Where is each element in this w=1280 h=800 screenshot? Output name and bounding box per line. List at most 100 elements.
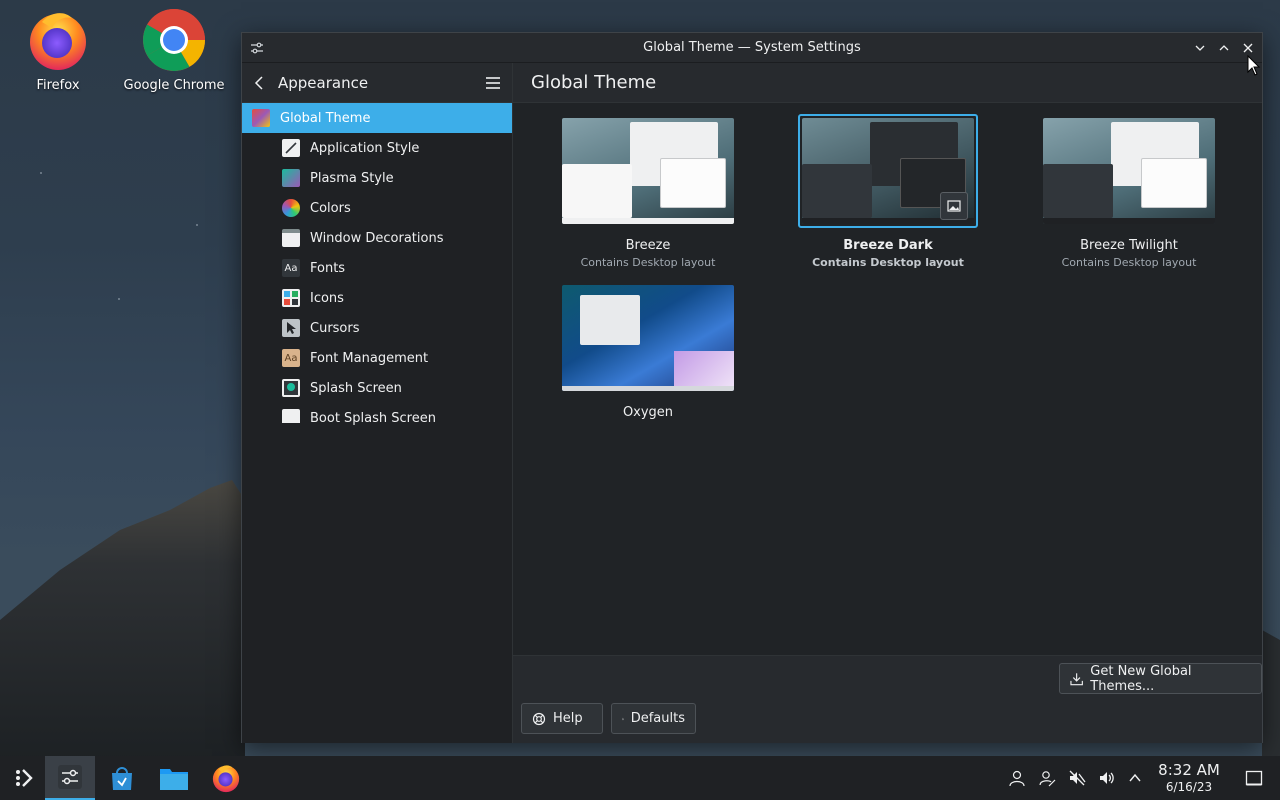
mouse-cursor-icon [1247, 55, 1261, 76]
clock-date: 6/16/23 [1165, 780, 1213, 794]
sidebar-item-global-theme[interactable]: Global Theme [242, 103, 512, 133]
theme-card-breeze-twilight[interactable]: Breeze Twilight Contains Desktop layout [1039, 114, 1219, 269]
maximize-button[interactable] [1214, 38, 1234, 58]
taskbar-firefox[interactable] [201, 756, 251, 800]
sidebar-item-label: Global Theme [280, 110, 371, 126]
folder-icon [160, 769, 188, 790]
cursors-icon [282, 319, 300, 337]
download-icon [1070, 672, 1083, 685]
speaker-muted-icon [1069, 770, 1086, 786]
theme-name: Oxygen [622, 405, 674, 420]
help-icon [532, 712, 546, 725]
theme-name: Breeze [625, 238, 671, 253]
volume-tray[interactable] [1097, 768, 1117, 788]
chevron-up-icon [1129, 773, 1141, 782]
taskbar: 8:32 AM 6/16/23 [0, 756, 1280, 800]
sidebar-item-colors[interactable]: Colors [242, 193, 512, 223]
global-theme-icon [252, 109, 270, 127]
firefox-icon [212, 765, 240, 793]
sidebar-item-icons[interactable]: Icons [242, 283, 512, 313]
app-launcher-icon [16, 769, 33, 787]
digital-clock[interactable]: 8:32 AM 6/16/23 [1150, 761, 1228, 794]
close-icon [1243, 43, 1253, 53]
help-button[interactable]: Help [521, 703, 603, 734]
show-hidden-icons-button[interactable] [1125, 768, 1145, 788]
firefox-icon [30, 13, 86, 70]
theme-subtitle: Contains Desktop layout [580, 256, 716, 269]
window-decorations-icon [282, 229, 300, 247]
defaults-label: Defaults [630, 711, 685, 726]
microphone-tray[interactable] [1067, 768, 1087, 788]
discover-store-icon [112, 767, 132, 790]
defaults-button[interactable]: Defaults [611, 703, 696, 734]
sidebar-header: Appearance [242, 63, 512, 103]
sidebar-item-label: Font Management [310, 350, 429, 366]
sidebar-item-label: Cursors [310, 320, 360, 336]
desktop-icon-firefox[interactable]: Firefox [3, 8, 113, 93]
chevron-up-icon [1219, 45, 1229, 51]
sidebar-item-label: Plasma Style [310, 170, 394, 186]
desktop-icon-google-chrome[interactable]: Google Chrome [119, 8, 229, 93]
taskbar-system-settings[interactable] [45, 756, 95, 800]
desktop-icon-label: Google Chrome [123, 78, 225, 93]
application-launcher-button[interactable] [0, 756, 50, 800]
theme-card-oxygen[interactable]: Oxygen [558, 281, 738, 420]
plasma-style-icon [282, 169, 300, 187]
font-management-icon: Aa [282, 349, 300, 367]
window-titlebar[interactable]: Global Theme — System Settings [242, 33, 1262, 63]
chevron-down-icon [1195, 45, 1205, 51]
sidebar-item-plasma-style[interactable]: Plasma Style [242, 163, 512, 193]
theme-subtitle: Contains Desktop layout [1061, 256, 1197, 269]
preview-button[interactable] [940, 192, 968, 220]
user-status-icon [1039, 771, 1056, 787]
sidebar-item-label: Window Decorations [310, 230, 444, 246]
sidebar-item-boot-splash-screen[interactable]: Boot Splash Screen [242, 403, 512, 433]
sidebar-title: Appearance [278, 73, 369, 92]
user-switcher-tray[interactable] [1007, 768, 1027, 788]
main-content: Global Theme Breeze Contains Desktop lay… [513, 63, 1262, 743]
get-new-global-themes-button[interactable]: Get New Global Themes... [1059, 663, 1262, 694]
sidebar-item-label: Splash Screen [310, 380, 402, 396]
show-desktop-button[interactable] [1244, 768, 1264, 788]
sidebar-item-splash-screen[interactable]: Splash Screen [242, 373, 512, 403]
chrome-icon [143, 9, 205, 71]
sidebar-item-cursors[interactable]: Cursors [242, 313, 512, 343]
sidebar-item-label: Boot Splash Screen [310, 410, 436, 426]
splash-screen-icon [282, 379, 300, 397]
taskbar-discover[interactable] [97, 756, 147, 800]
theme-card-breeze[interactable]: Breeze Contains Desktop layout [558, 114, 738, 269]
sidebar-item-window-decorations[interactable]: Window Decorations [242, 223, 512, 253]
theme-name: Breeze Dark [843, 238, 933, 253]
theme-subtitle: Contains Desktop layout [812, 256, 964, 269]
sidebar-item-label: Icons [310, 290, 344, 306]
get-new-label: Get New Global Themes... [1090, 663, 1192, 694]
colors-icon [282, 199, 300, 217]
application-style-icon [282, 139, 300, 157]
sidebar-item-label: Fonts [310, 260, 346, 276]
back-button[interactable] [252, 74, 270, 92]
document-revert-icon [622, 717, 624, 720]
user-icon [1009, 770, 1025, 787]
image-icon [947, 200, 961, 212]
desktop-icon-label: Firefox [36, 78, 80, 93]
hamburger-menu-icon[interactable] [484, 74, 502, 92]
fonts-icon: Aa [282, 259, 300, 277]
theme-preview-breeze-twilight [1043, 118, 1215, 224]
sidebar-item-font-management[interactable]: Aa Font Management [242, 343, 512, 373]
minimize-button[interactable] [1190, 38, 1210, 58]
system-settings-window: Global Theme — System Settings Appearanc… [241, 32, 1263, 743]
help-label: Help [553, 711, 583, 726]
theme-preview-oxygen [562, 285, 734, 391]
boot-splash-screen-icon [282, 409, 300, 427]
system-settings-icon [58, 765, 82, 789]
clock-time: 8:32 AM [1158, 761, 1220, 779]
kde-connect-tray[interactable] [1037, 768, 1057, 788]
speaker-icon [1100, 772, 1114, 784]
theme-card-breeze-dark[interactable]: Breeze Dark Contains Desktop layout [798, 114, 978, 269]
sidebar-item-label: Colors [310, 200, 351, 216]
chevron-left-icon [254, 75, 263, 90]
sidebar-item-label: Application Style [310, 140, 420, 156]
taskbar-file-manager[interactable] [149, 756, 199, 800]
sidebar-item-fonts[interactable]: Aa Fonts [242, 253, 512, 283]
sidebar-item-application-style[interactable]: Application Style [242, 133, 512, 163]
